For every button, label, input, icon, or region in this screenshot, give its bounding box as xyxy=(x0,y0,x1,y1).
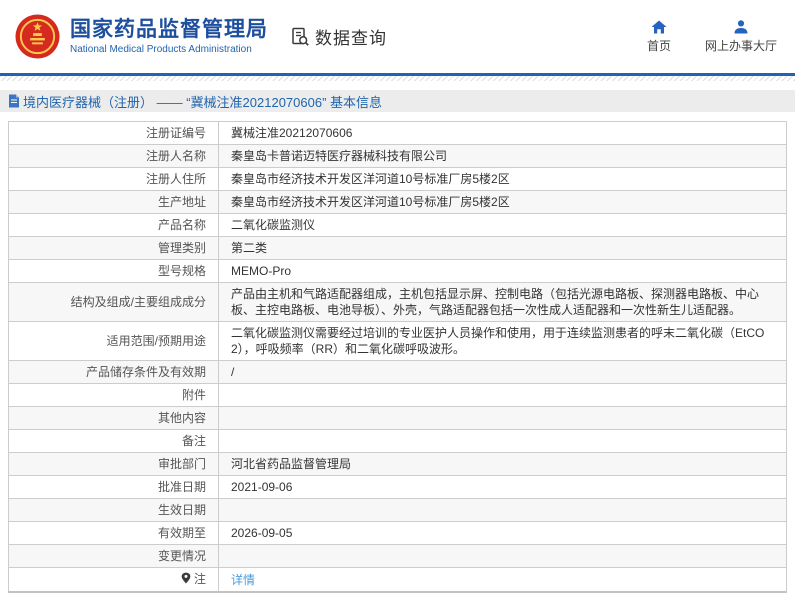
row-label: 注 xyxy=(8,567,219,593)
brand-text: 国家药品监督管理局 National Medical Products Admi… xyxy=(70,18,268,55)
header-divider-hatch xyxy=(0,76,795,81)
person-icon xyxy=(734,19,748,33)
page-header: 国家药品监督管理局 National Medical Products Admi… xyxy=(0,0,795,73)
national-emblem-icon xyxy=(15,14,60,59)
row-value: MEMO-Pro xyxy=(218,259,787,283)
table-row: 变更情况 xyxy=(8,544,787,568)
row-label: 注册人住所 xyxy=(8,167,219,191)
row-value: 秦皇岛市经济技术开发区洋河道10号标准厂房5楼2区 xyxy=(218,190,787,214)
row-value xyxy=(218,498,787,522)
registration-info-table: 注册证编号 冀械注准20212070606 注册人名称 秦皇岛卡普诺迈特医疗器械科技有… xyxy=(8,121,787,593)
table-row: 产品名称 二氧化碳监测仪 xyxy=(8,213,787,237)
table-row: 生效日期 xyxy=(8,498,787,522)
row-value: 冀械注准20212070606 xyxy=(218,121,787,145)
nav-item-label: 网上办事大厅 xyxy=(704,38,777,53)
nav-item-home[interactable]: 首页 xyxy=(647,20,671,54)
table-row: 审批部门 河北省药品监督管理局 xyxy=(8,452,787,476)
row-value xyxy=(218,406,787,430)
header-nav: 首页 网上办事大厅 xyxy=(647,19,777,54)
table-row: 适用范围/预期用途 二氧化碳监测仪需要经过培训的专业医护人员操作和使用，用于连续监… xyxy=(8,321,787,361)
table-row: 批准日期 2021-09-06 xyxy=(8,475,787,499)
row-label: 备注 xyxy=(8,429,219,453)
row-label: 适用范围/预期用途 xyxy=(8,321,219,361)
table-row: 注册人住所 秦皇岛市经济技术开发区洋河道10号标准厂房5楼2区 xyxy=(8,167,787,191)
row-label: 产品名称 xyxy=(8,213,219,237)
row-label: 注册证编号 xyxy=(8,121,219,145)
row-label: 批准日期 xyxy=(8,475,219,499)
row-label: 变更情况 xyxy=(8,544,219,568)
row-value: 2026-09-05 xyxy=(218,521,787,545)
table-row: 注详情 xyxy=(8,567,787,593)
row-value: 详情 xyxy=(218,567,787,593)
table-row: 管理类别 第二类 xyxy=(8,236,787,260)
row-label: 结构及组成/主要组成成分 xyxy=(8,282,219,322)
table-row: 注册证编号 冀械注准20212070606 xyxy=(8,121,787,145)
row-label: 管理类别 xyxy=(8,236,219,260)
org-name-en: National Medical Products Administration xyxy=(70,44,252,55)
row-label: 型号规格 xyxy=(8,259,219,283)
nav-item-label: 首页 xyxy=(646,38,671,53)
table-row: 有效期至 2026-09-05 xyxy=(8,521,787,545)
nmpa-brand[interactable]: 国家药品监督管理局 National Medical Products Admi… xyxy=(14,13,268,60)
row-value: 2021-09-06 xyxy=(218,475,787,499)
table-row: 型号规格 MEMO-Pro xyxy=(8,259,787,283)
table-row: 结构及组成/主要组成成分 产品由主机和气路适配器组成，主机包括显示屏、控制电路（包… xyxy=(8,282,787,322)
row-label: 生产地址 xyxy=(8,190,219,214)
row-value: 二氧化碳监测仪需要经过培训的专业医护人员操作和使用，用于连续监测患者的呼末二氧化… xyxy=(218,321,787,361)
data-query-label: 数据查询 xyxy=(315,29,387,48)
row-value: / xyxy=(218,360,787,384)
table-row: 生产地址 秦皇岛市经济技术开发区洋河道10号标准厂房5楼2区 xyxy=(8,190,787,214)
document-search-icon xyxy=(292,27,309,46)
row-value xyxy=(218,383,787,407)
page-title: 境内医疗器械（注册） —— “冀械注准20212070606” 基本信息 xyxy=(23,94,383,110)
row-value: 秦皇岛市经济技术开发区洋河道10号标准厂房5楼2区 xyxy=(218,167,787,191)
row-label: 产品储存条件及有效期 xyxy=(8,360,219,384)
row-value: 二氧化碳监测仪 xyxy=(218,213,787,237)
row-label: 有效期至 xyxy=(8,521,219,545)
row-label: 审批部门 xyxy=(8,452,219,476)
row-value: 产品由主机和气路适配器组成，主机包括显示屏、控制电路（包括光源电路板、探测器电路… xyxy=(218,282,787,322)
info-table-body: 注册证编号 冀械注准20212070606 注册人名称 秦皇岛卡普诺迈特医疗器械科技有… xyxy=(8,121,787,593)
row-value: 河北省药品监督管理局 xyxy=(218,452,787,476)
table-row: 备注 xyxy=(8,429,787,453)
home-icon xyxy=(651,20,667,33)
org-name-cn: 国家药品监督管理局 xyxy=(70,18,268,41)
table-row: 产品储存条件及有效期 / xyxy=(8,360,787,384)
row-label: 附件 xyxy=(8,383,219,407)
row-value xyxy=(218,544,787,568)
row-label: 生效日期 xyxy=(8,498,219,522)
row-label: 其他内容 xyxy=(8,406,219,430)
detail-link[interactable]: 详情 xyxy=(231,573,255,587)
breadcrumb: 境内医疗器械（注册） —— “冀械注准20212070606” 基本信息 xyxy=(0,90,795,112)
document-icon xyxy=(9,94,19,108)
note-pin-icon xyxy=(181,572,191,588)
row-value: 第二类 xyxy=(218,236,787,260)
row-label: 注册人名称 xyxy=(8,144,219,168)
row-value xyxy=(218,429,787,453)
table-row: 注册人名称 秦皇岛卡普诺迈特医疗器械科技有限公司 xyxy=(8,144,787,168)
table-row: 其他内容 xyxy=(8,406,787,430)
table-row: 附件 xyxy=(8,383,787,407)
row-value: 秦皇岛卡普诺迈特医疗器械科技有限公司 xyxy=(218,144,787,168)
data-query-section[interactable]: 数据查询 xyxy=(290,24,387,49)
nav-item-service-hall[interactable]: 网上办事大厅 xyxy=(704,19,777,54)
